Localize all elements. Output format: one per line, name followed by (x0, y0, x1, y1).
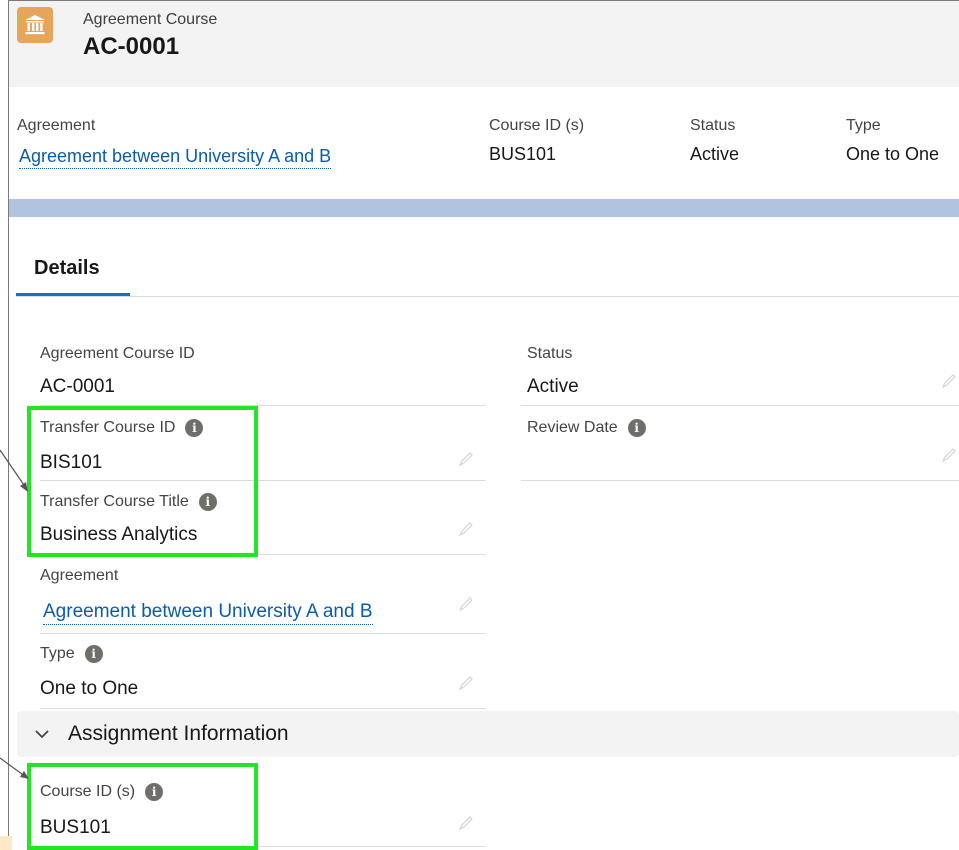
field-divider (521, 480, 959, 481)
field-value-link-wrap: Agreement between University A and B (43, 601, 373, 625)
field-agreement-course-id: Agreement Course ID AC-0001 (40, 343, 486, 407)
field-divider (40, 708, 486, 709)
edit-pencil-icon[interactable] (458, 521, 474, 537)
field-review-date: Review Date i (521, 417, 959, 481)
section-divider-band (9, 199, 959, 217)
field-label: Review Date (527, 419, 618, 436)
background-tint (0, 836, 12, 850)
object-type-label: Agreement Course (83, 11, 218, 28)
highlight-status-value: Active (690, 144, 740, 164)
info-icon[interactable]: i (627, 419, 646, 437)
edit-pencil-icon[interactable] (458, 815, 474, 831)
section-title: Assignment Information (68, 722, 289, 745)
highlight-agreement-link-wrap: Agreement between University A and B (19, 146, 332, 169)
highlight-type-label: Type (846, 117, 881, 134)
field-value: Active (527, 376, 579, 397)
annotation-arrows (0, 449, 29, 779)
edit-pencil-icon[interactable] (458, 596, 474, 612)
field-divider (521, 405, 959, 406)
field-value: One to One (40, 678, 139, 699)
highlight-status-label: Status (690, 117, 736, 134)
edit-pencil-icon[interactable] (458, 675, 474, 691)
highlight-type-value: One to One (846, 144, 940, 164)
field-label: Agreement Course ID (40, 345, 195, 362)
highlight-agreement-link[interactable]: Agreement between University A and B (19, 146, 332, 169)
edit-pencil-icon[interactable] (941, 447, 957, 463)
info-icon[interactable]: i (84, 645, 103, 663)
highlight-course-ids-label: Course ID (s) (489, 117, 585, 134)
field-label: Type (40, 645, 75, 662)
record-title: AC-0001 (83, 33, 180, 60)
edit-pencil-icon[interactable] (941, 373, 957, 389)
field-type: Type i One to One (40, 645, 486, 709)
highlights-panel: Agreement Agreement between University A… (9, 87, 959, 199)
record-header: Agreement Course AC-0001 (9, 1, 959, 87)
field-status: Status Active (521, 343, 959, 407)
highlight-box-transfer-fields (27, 406, 258, 557)
annotation-arrowhead (20, 771, 29, 779)
annotation-arrow-line (0, 449, 27, 489)
field-label-row: Type i (40, 645, 103, 663)
section-assignment-information[interactable]: Assignment Information (17, 711, 959, 757)
agreement-link[interactable]: Agreement between University A and B (43, 601, 373, 625)
tab-bar: Details (16, 245, 959, 297)
field-label: Status (527, 345, 573, 362)
highlight-course-ids-value: BUS101 (489, 144, 557, 164)
field-label-row: Review Date i (527, 419, 646, 437)
field-value: AC-0001 (40, 376, 115, 397)
annotation-arrowhead (20, 482, 28, 492)
highlight-box-course-ids (27, 763, 258, 850)
tab-details-label: Details (34, 257, 100, 279)
field-agreement: Agreement Agreement between University A… (40, 566, 486, 634)
edit-pencil-icon[interactable] (458, 451, 474, 467)
field-divider (40, 633, 486, 634)
field-label: Agreement (40, 567, 119, 584)
